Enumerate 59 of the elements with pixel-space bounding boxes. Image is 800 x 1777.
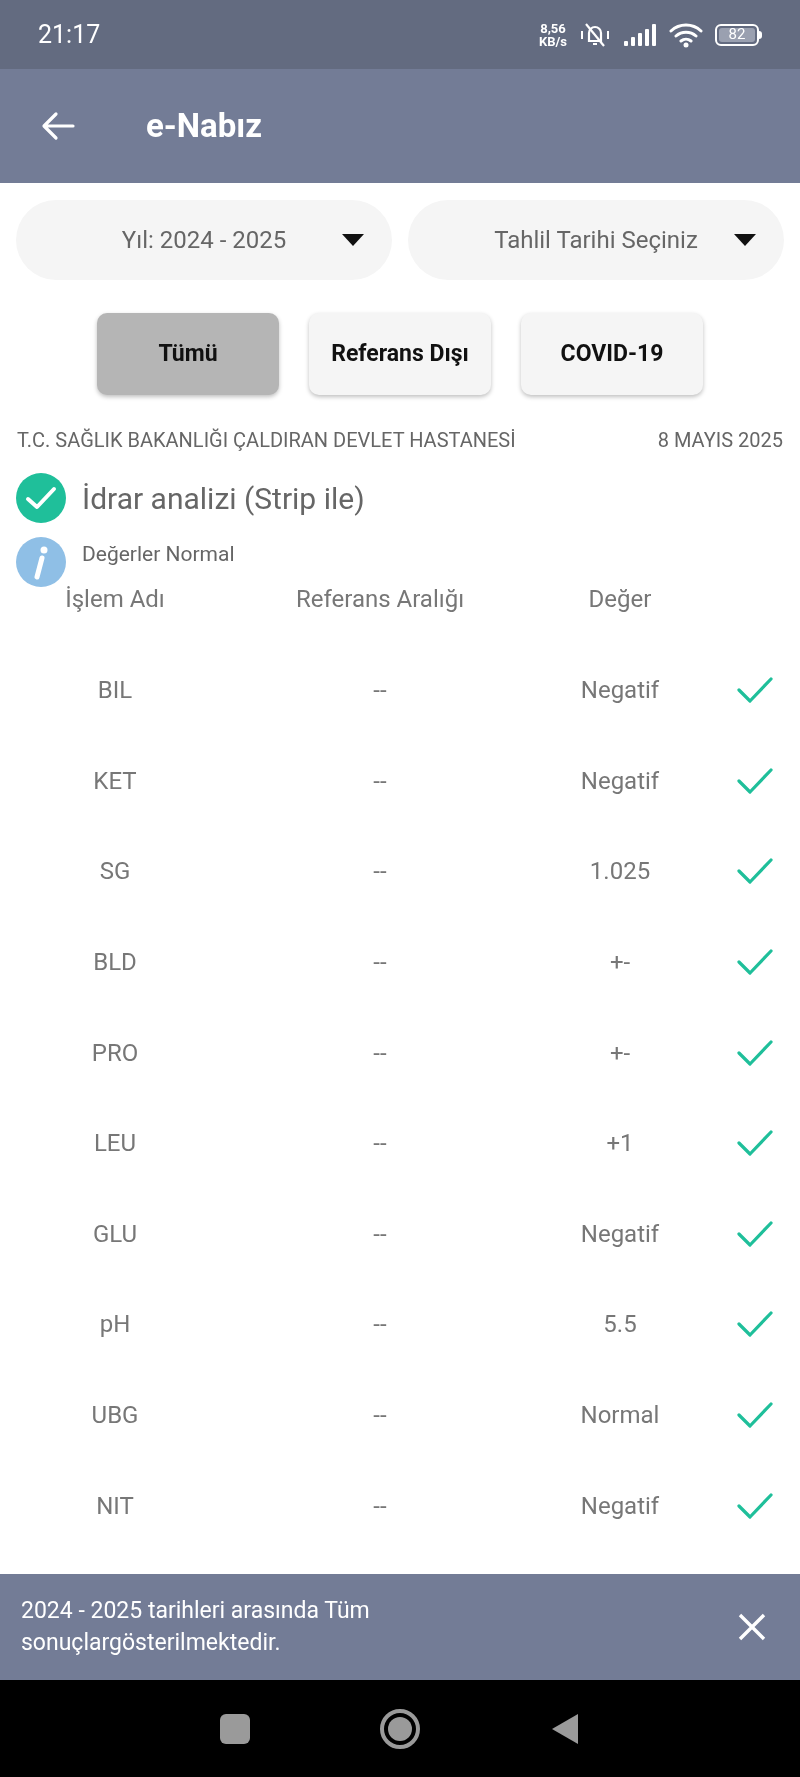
table-cell-text: LEU (93, 1128, 137, 1160)
back-arrow-icon (41, 111, 75, 141)
table-cell-text: -- (373, 1400, 387, 1432)
info-text: Değerler Normal (82, 541, 235, 568)
back-nav-button[interactable] (550, 1711, 580, 1746)
dropdown[interactable]: Tahlil Tarihi Seçiniz (408, 200, 784, 280)
wifi-icon (669, 21, 703, 48)
filter-tab[interactable]: Referans Dışı (309, 313, 491, 395)
recents-button[interactable] (220, 1713, 250, 1744)
table-cell-text: PRO (91, 1037, 139, 1069)
network-speed-unit: KB/s (538, 34, 567, 48)
info-icon (16, 537, 66, 587)
table-cell-text: -- (373, 1218, 387, 1250)
battery-level: 82 (728, 27, 746, 42)
test-name: İdrar analizi (Strip ile) (82, 479, 365, 518)
table-cell-text: GLU (92, 1218, 138, 1250)
table-cell-text: -- (373, 675, 387, 707)
table-cell-text: +- (609, 947, 631, 979)
table-cell-text: +- (609, 1037, 631, 1069)
column-header: İşlem Adı (64, 584, 166, 615)
table-cell-text: Negatif (580, 675, 660, 707)
table-cell-text: UBG (91, 1400, 139, 1432)
table-cell-text: SG (99, 856, 131, 888)
filter-tab[interactable]: Tümü (97, 313, 279, 395)
result-date: 8 MAYIS 2025 (657, 427, 783, 454)
table-cell-text: +1 (606, 1128, 634, 1160)
table-cell-text: Negatif (580, 1490, 660, 1522)
table-cell-text: pH (99, 1309, 131, 1341)
table-cell-text: -- (373, 1309, 387, 1341)
table-cell-text: -- (373, 1490, 387, 1522)
dropdown[interactable]: Yıl: 2024 - 2025 (16, 200, 392, 280)
table-cell-text: -- (373, 1128, 387, 1160)
hospital-name: T.C. SAĞLIK BAKANLIĞI ÇALDIRAN DEVLET HASTANESİ (17, 427, 516, 454)
table-cell-text: 1.025 (589, 856, 651, 888)
table-cell-text: -- (373, 1037, 387, 1069)
table-cell-text: Negatif (580, 765, 660, 797)
signal-icon (623, 22, 657, 47)
dropdown-caret-icon (734, 234, 756, 246)
close-icon (738, 1613, 766, 1641)
clock: 21:17 (38, 18, 101, 51)
table-cell-text: NIT (96, 1490, 134, 1522)
snackbar-message: 2024 - 2025 tarihleri arasında Tüm sonuçlargösterilmektedir. (21, 1596, 371, 1658)
table-cell-text: BLD (93, 947, 137, 979)
back-triangle-icon (550, 1711, 580, 1746)
table-cell-text: -- (373, 856, 387, 888)
table-cell-text: 5.5 (603, 1309, 637, 1341)
table-cell-text: -- (373, 947, 387, 979)
column-header: Referans Aralığı (294, 584, 466, 615)
table-cell-text: -- (373, 765, 387, 797)
table-cell-text: KET (93, 765, 137, 797)
column-header: Değer (587, 584, 653, 615)
home-button[interactable] (380, 1708, 420, 1749)
table-cell-text: BIL (97, 675, 133, 707)
screen-title: e-Nabız (146, 105, 263, 148)
dropdown-caret-icon (342, 234, 364, 246)
filter-tab[interactable]: COVID-19 (521, 313, 703, 395)
network-speed: 8,56 (540, 21, 566, 35)
table-cell-text: Negatif (580, 1218, 660, 1250)
table-cell-text: Normal (580, 1400, 660, 1432)
